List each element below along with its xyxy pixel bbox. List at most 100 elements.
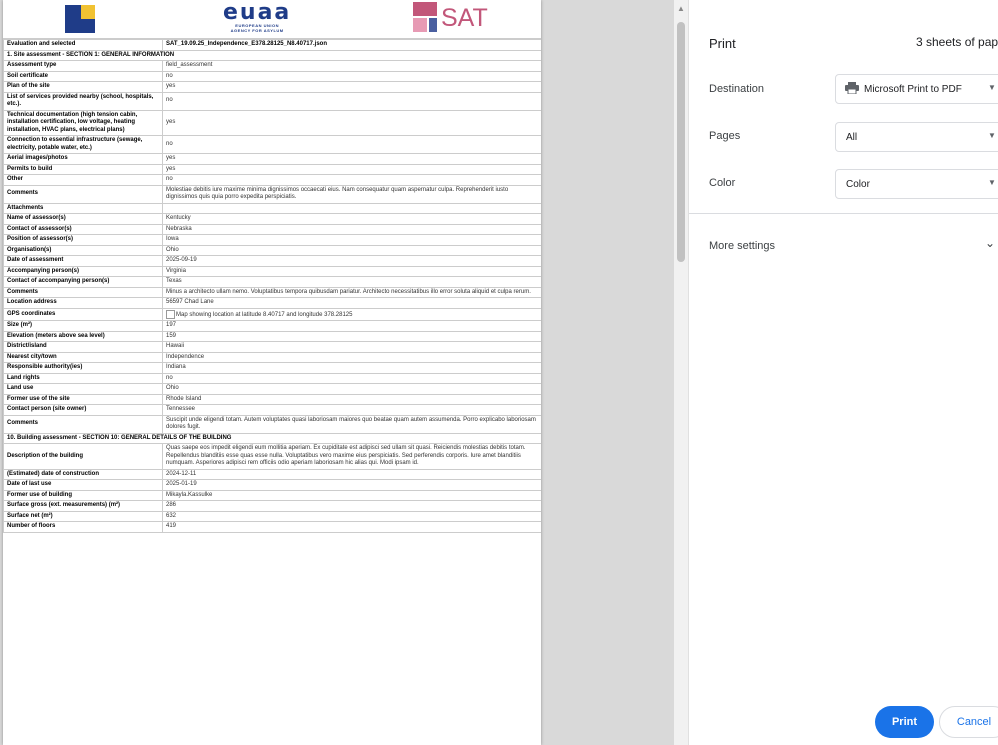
table-row: Other no — [3, 174, 541, 186]
table-row: Date of assessment 2025-09-19 — [3, 255, 541, 267]
field-label: Technical documentation (high tension ca… — [3, 109, 163, 136]
field-label: Assessment type — [3, 60, 163, 72]
field-label: Name of assessor(s) — [3, 213, 163, 225]
field-value: 286 — [162, 500, 541, 512]
field-label: Responsible authority(ies) — [3, 362, 163, 374]
preview-scrollbar[interactable]: ▲ — [674, 0, 688, 745]
field-label: Surface net (m²) — [3, 510, 163, 523]
table-row: Location address 56597 Chad Lane — [3, 297, 541, 309]
print-settings-panel: Print 3 sheets of pape Destination Micro… — [688, 0, 998, 745]
field-value: Molestiae debitis iure maxime minima dig… — [162, 184, 541, 204]
report-table: Evaluation and selected SAT_19.09.25_Ind… — [3, 39, 541, 533]
table-row: Land rights no — [3, 372, 541, 385]
field-label: Number of floors — [3, 521, 163, 533]
table-row: Connection to essential infrastructure (… — [3, 135, 541, 154]
color-value: Color — [846, 179, 870, 190]
table-row: Former use of the site Rhode Island — [3, 393, 541, 406]
table-row: List of services provided nearby (school… — [3, 91, 541, 111]
field-value: field_assessment — [162, 60, 541, 72]
field-value: Ohio — [162, 383, 541, 395]
table-row: Surface net (m²) 632 — [3, 510, 541, 523]
color-select[interactable]: Color ▼ — [835, 169, 998, 199]
field-value: 197 — [162, 320, 541, 332]
pages-select[interactable]: All ▼ — [835, 122, 998, 152]
field-label: Surface gross (ext. measurements) (m²) — [3, 500, 163, 512]
destination-select[interactable]: Microsoft Print to PDF ▼ — [835, 74, 998, 104]
field-value: no — [162, 91, 541, 111]
more-settings-toggle[interactable]: More settings — [709, 240, 775, 252]
field-value — [162, 202, 541, 214]
field-label: Comments — [3, 184, 163, 204]
scroll-up-arrow-icon[interactable]: ▲ — [677, 4, 685, 13]
section-header-row: 1. Site assessment - SECTION 1: GENERAL … — [3, 49, 541, 61]
table-row: District/island Hawaii — [3, 341, 541, 353]
field-label: (Estimated) date of construction — [3, 468, 163, 481]
section-title: 10. Building assessment - SECTION 10: GE… — [3, 432, 541, 445]
field-value: Independence — [162, 351, 541, 364]
table-row: Assessment type field_assessment — [3, 60, 541, 72]
cancel-button[interactable]: Cancel — [939, 706, 998, 738]
field-label: Land rights — [3, 372, 163, 385]
field-value: Ohio — [162, 244, 541, 256]
field-value: 419 — [162, 521, 541, 533]
field-value: yes — [162, 109, 541, 136]
field-label: Organisation(s) — [3, 244, 163, 256]
field-value: Hawaii — [162, 341, 541, 353]
scrollbar-thumb[interactable] — [677, 22, 685, 262]
image-alt-text: Map showing location at latitude 8.40717… — [176, 311, 353, 318]
table-row: Comments Molestiae debitis iure maxime mi… — [3, 184, 541, 204]
table-row: Organisation(s) Ohio — [3, 244, 541, 256]
table-row: Contact of assessor(s) Nebraska — [3, 223, 541, 235]
euaa-logo-subtitle-2: AGENCY FOR ASYLUM — [230, 28, 284, 33]
field-label: Contact of accompanying person(s) — [3, 276, 163, 288]
field-value: no — [162, 135, 541, 154]
field-label: Comments — [3, 286, 163, 298]
field-value: Texas — [162, 276, 541, 288]
table-row: (Estimated) date of construction 2024-12-… — [3, 468, 541, 481]
table-row: Former use of building Mikayla.Kassulke — [3, 489, 541, 502]
expand-chevron-icon[interactable]: ⌄ — [985, 236, 995, 250]
field-label: Nearest city/town — [3, 351, 163, 364]
header-value: SAT_19.09.25_Independence_E378.28125_N8.… — [162, 39, 541, 51]
field-value: 159 — [162, 330, 541, 343]
field-label: Accompanying person(s) — [3, 265, 163, 277]
header-row: Evaluation and selected SAT_19.09.25_Ind… — [3, 39, 541, 51]
header-key: Evaluation and selected — [3, 39, 163, 51]
print-title: Print — [709, 36, 736, 51]
field-label: Contact of assessor(s) — [3, 223, 163, 235]
field-value: yes — [162, 153, 541, 165]
logo-header: euaa EUROPEAN UNION AGENCY FOR ASYLUM SA… — [3, 0, 541, 39]
field-label: Soil certificate — [3, 70, 163, 82]
table-row: Technical documentation (high tension ca… — [3, 109, 541, 136]
field-label: Date of assessment — [3, 255, 163, 267]
sat-logo-mark — [413, 2, 437, 32]
field-label: Elevation (meters above sea level) — [3, 330, 163, 343]
field-value: no — [162, 70, 541, 82]
table-row: Soil certificate no — [3, 70, 541, 82]
field-value: 56597 Chad Lane — [162, 297, 541, 309]
field-label: Date of last use — [3, 479, 163, 491]
print-button[interactable]: Print — [875, 706, 934, 738]
table-row: Comments Minus a architecto ullam nemo. V… — [3, 286, 541, 298]
table-row: Accompanying person(s) Virginia — [3, 265, 541, 277]
table-row: Plan of the site yes — [3, 81, 541, 93]
table-row: Surface gross (ext. measurements) (m²) 28… — [3, 500, 541, 512]
table-row: Permits to build yes — [3, 163, 541, 175]
field-value: Virginia — [162, 265, 541, 277]
field-value: Suscipit unde eligendi totam. Autem volu… — [162, 414, 541, 434]
chevron-down-icon: ▼ — [988, 178, 996, 187]
field-label: Other — [3, 174, 163, 186]
field-label: Land use — [3, 383, 163, 395]
table-row: GPS coordinates Map showing location at l… — [3, 307, 541, 322]
field-label: Connection to essential infrastructure (… — [3, 135, 163, 154]
field-value: 632 — [162, 510, 541, 523]
field-value: Minus a architecto ullam nemo. Voluptati… — [162, 286, 541, 298]
destination-label: Destination — [709, 83, 765, 95]
field-label: Comments — [3, 414, 163, 434]
print-preview-area: euaa EUROPEAN UNION AGENCY FOR ASYLUM SA… — [0, 0, 688, 745]
table-row: Description of the building Quas saepe eo… — [3, 443, 541, 470]
field-value: Mikayla.Kassulke — [162, 489, 541, 502]
field-label: Size (m²) — [3, 320, 163, 332]
section-header-row: 10. Building assessment - SECTION 10: GE… — [3, 432, 541, 445]
table-row: Land use Ohio — [3, 383, 541, 395]
